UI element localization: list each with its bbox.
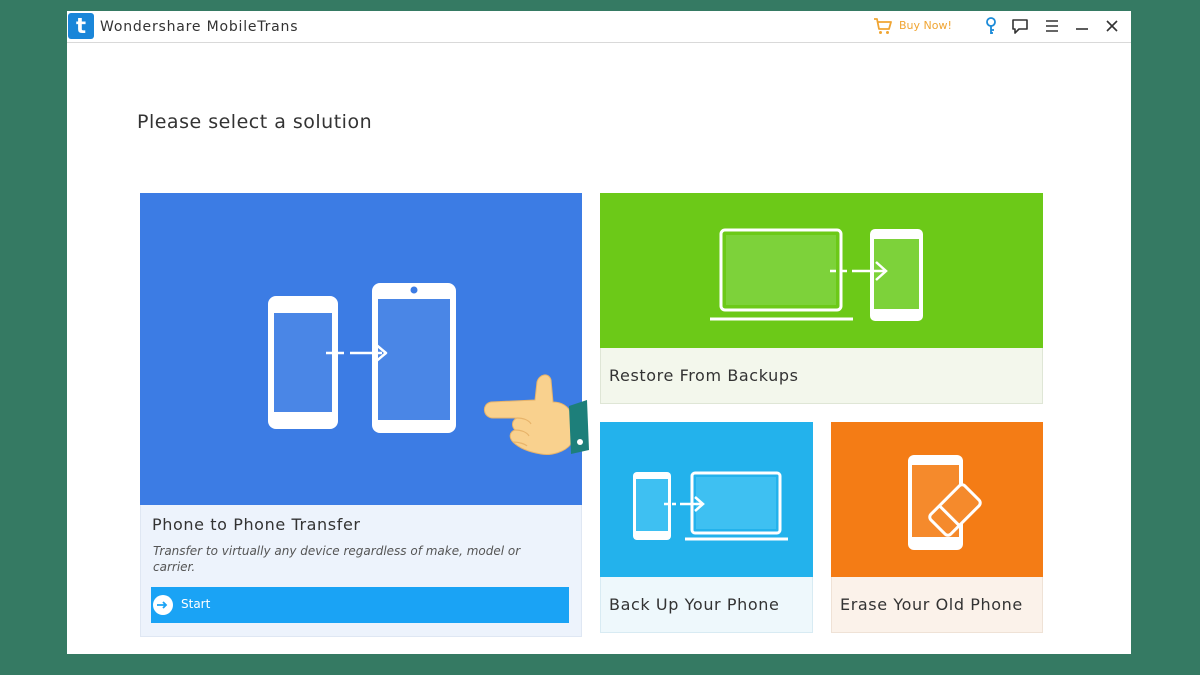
phone-transfer-footer: Phone to Phone Transfer Transfer to virt… (140, 505, 582, 637)
restore-backups-card[interactable]: Restore From Backups (600, 193, 1043, 404)
app-window: t Wondershare MobileTrans Buy Now! Pleas… (67, 11, 1131, 654)
feedback-icon[interactable] (1010, 16, 1030, 36)
cart-icon (874, 18, 892, 34)
erase-footer: Erase Your Old Phone (831, 577, 1043, 633)
backup-phone-card[interactable]: Back Up Your Phone (600, 422, 813, 633)
minimize-icon[interactable] (1072, 16, 1092, 36)
app-logo-icon: t (68, 13, 94, 39)
erase-phone-card[interactable]: Erase Your Old Phone (831, 422, 1043, 633)
restore-backups-label: Restore From Backups (609, 366, 799, 385)
start-button-label: Start (181, 597, 211, 611)
close-icon[interactable] (1102, 16, 1122, 36)
eraser-phone-icon (908, 455, 982, 550)
menu-icon[interactable] (1042, 16, 1062, 36)
erase-phone-label: Erase Your Old Phone (840, 595, 1023, 614)
phone-transfer-label: Phone to Phone Transfer (152, 515, 361, 534)
app-title: Wondershare MobileTrans (100, 19, 299, 35)
backup-phone-label: Back Up Your Phone (609, 595, 780, 614)
restore-footer: Restore From Backups (600, 348, 1043, 404)
page-heading: Please select a solution (137, 111, 373, 133)
restore-illustration (600, 193, 1043, 348)
phone-transfer-description: Transfer to virtually any device regardl… (153, 544, 521, 574)
start-circle-icon (153, 595, 173, 615)
buy-now-label: Buy Now! (899, 19, 952, 32)
backup-footer: Back Up Your Phone (600, 577, 813, 633)
title-bar: t Wondershare MobileTrans Buy Now! (67, 11, 1131, 43)
pointing-hand-icon (484, 374, 589, 455)
key-icon[interactable] (981, 16, 1001, 36)
erase-illustration (831, 422, 1043, 577)
backup-illustration (600, 422, 813, 577)
phone-to-laptop-icon (633, 471, 788, 541)
start-button[interactable]: Start (151, 587, 569, 623)
laptop-to-phone-icon (710, 228, 923, 321)
